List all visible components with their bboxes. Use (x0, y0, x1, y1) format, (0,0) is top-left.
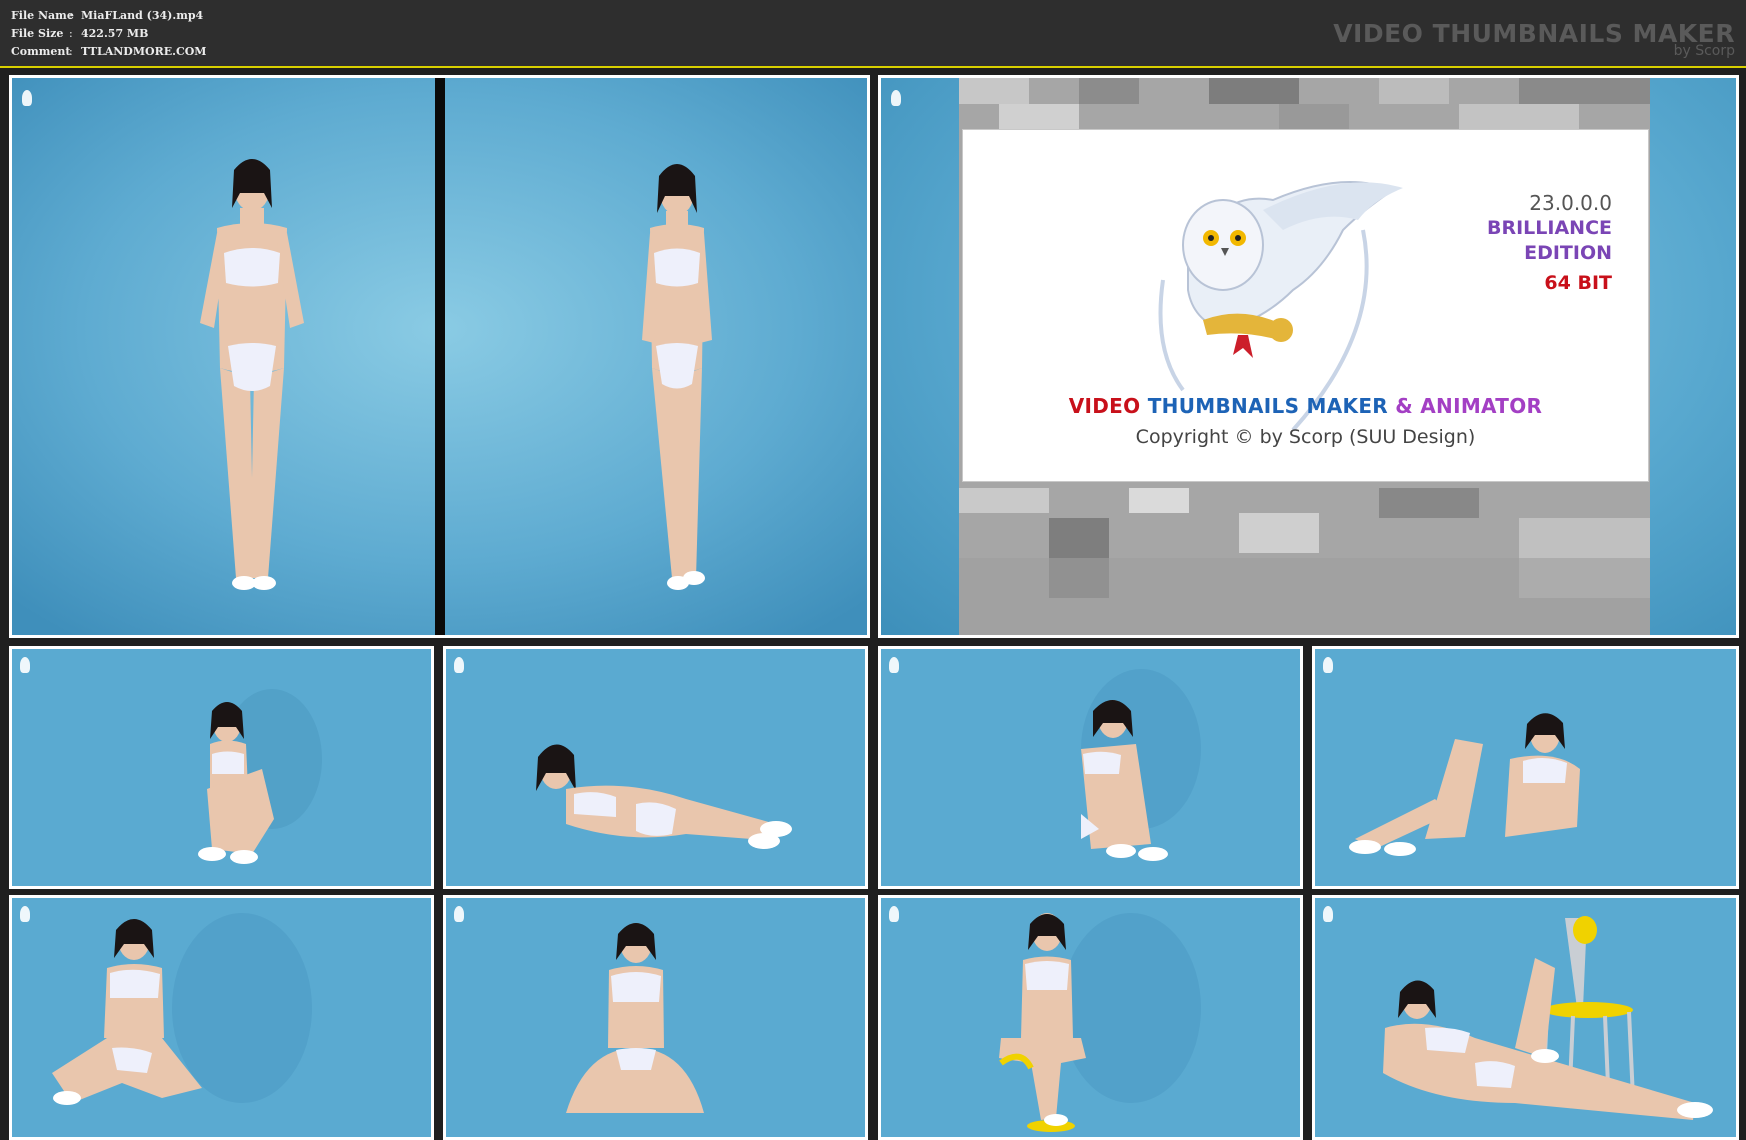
file-info: File Name : MiaFLand (34).mp4 File Size … (11, 7, 206, 61)
title-maker: THUMBNAILS MAKER (1147, 394, 1388, 418)
bits-label: 64 BIT (1544, 272, 1612, 294)
thumbnail-scene (446, 649, 865, 886)
file-size-value: 422.57 MB (81, 27, 149, 40)
title-animator: ANIMATOR (1420, 394, 1543, 418)
studio-logo (20, 906, 33, 922)
thumbnail-5[interactable] (878, 646, 1303, 889)
info-header: File Name : MiaFLand (34).mp4 File Size … (0, 0, 1746, 66)
studio-logo-icon (22, 90, 32, 106)
file-size-label: File Size (11, 27, 64, 40)
thumbnail-7[interactable] (9, 895, 434, 1140)
thumbnail-scene (1315, 898, 1736, 1137)
title-amp: & (1395, 394, 1414, 418)
thumbnail-frame (12, 78, 867, 635)
comment-row: Comment : TTLANDMORE.COM (11, 43, 206, 61)
thumbnail-6[interactable] (1312, 646, 1739, 889)
studio-logo-icon (454, 657, 464, 673)
edition-line-2: EDITION (1524, 242, 1612, 264)
thumbnail-9[interactable] (878, 895, 1303, 1140)
thumbnail-10[interactable] (1312, 895, 1739, 1140)
studio-logo-icon (454, 906, 464, 922)
studio-logo-icon (889, 906, 899, 922)
studio-logo-icon (20, 657, 30, 673)
thumbnail-large-2-splash[interactable]: 23.0.0.0 BRILLIANCE EDITION 64 BIT VIDEO… (878, 75, 1739, 638)
thumbnail-3[interactable] (9, 646, 434, 889)
brand-watermark: VIDEO THUMBNAILS MAKER by Scorp (1333, 20, 1735, 59)
thumbnail-scene (446, 898, 865, 1137)
studio-logo (891, 90, 904, 106)
file-name-label: File Name (11, 9, 74, 22)
studio-logo (1323, 906, 1336, 922)
thumbnail-frame: 23.0.0.0 BRILLIANCE EDITION 64 BIT VIDEO… (881, 78, 1736, 635)
studio-logo (1323, 657, 1336, 673)
thumbnail-frame (1315, 649, 1736, 886)
thumbnail-frame (1315, 898, 1736, 1137)
file-name-value: MiaFLand (34).mp4 (81, 9, 204, 22)
studio-logo (22, 90, 35, 106)
thumbnail-scene (881, 649, 1300, 886)
thumbnail-frame (12, 649, 431, 886)
file-size-row: File Size : 422.57 MB (11, 25, 206, 43)
splash-window: 23.0.0.0 BRILLIANCE EDITION 64 BIT VIDEO… (959, 78, 1650, 635)
studio-logo-icon (891, 90, 901, 106)
studio-logo (454, 906, 467, 922)
thumbnail-large-1[interactable] (9, 75, 870, 638)
thumbnail-frame (446, 898, 865, 1137)
version-block: 23.0.0.0 BRILLIANCE EDITION 64 BIT (1487, 190, 1612, 296)
studio-logo (889, 906, 902, 922)
version-number: 23.0.0.0 (1529, 191, 1612, 215)
thumbnail-scene (1315, 649, 1736, 886)
studio-logo-icon (1323, 906, 1333, 922)
splash-title: VIDEO THUMBNAILS MAKER & ANIMATOR (963, 394, 1648, 418)
studio-logo (889, 657, 902, 673)
thumbnail-4[interactable] (443, 646, 868, 889)
thumbnail-frame (881, 649, 1300, 886)
thumbnail-scene (12, 649, 431, 886)
splash-copyright: Copyright © by Scorp (SUU Design) (1135, 426, 1476, 448)
thumbnail-8[interactable] (443, 895, 868, 1140)
studio-logo-icon (1323, 657, 1333, 673)
studio-logo-icon (20, 906, 30, 922)
thumbnail-scene (12, 78, 867, 635)
edition-line-1: BRILLIANCE (1487, 217, 1612, 239)
splash-card: 23.0.0.0 BRILLIANCE EDITION 64 BIT VIDEO… (962, 129, 1649, 482)
comment-label: Comment (11, 45, 71, 58)
thumbnail-grid: 23.0.0.0 BRILLIANCE EDITION 64 BIT VIDEO… (0, 68, 1746, 1140)
thumbnail-scene (12, 898, 431, 1137)
thumbnail-frame (12, 898, 431, 1137)
comment-value: TTLANDMORE.COM (81, 45, 207, 58)
file-name-row: File Name : MiaFLand (34).mp4 (11, 7, 206, 25)
thumbnail-frame (881, 898, 1300, 1137)
studio-logo (20, 657, 33, 673)
title-video: VIDEO (1068, 394, 1141, 418)
studio-logo-icon (889, 657, 899, 673)
studio-logo (454, 657, 467, 673)
thumbnail-frame (446, 649, 865, 886)
thumbnail-scene (881, 898, 1300, 1137)
